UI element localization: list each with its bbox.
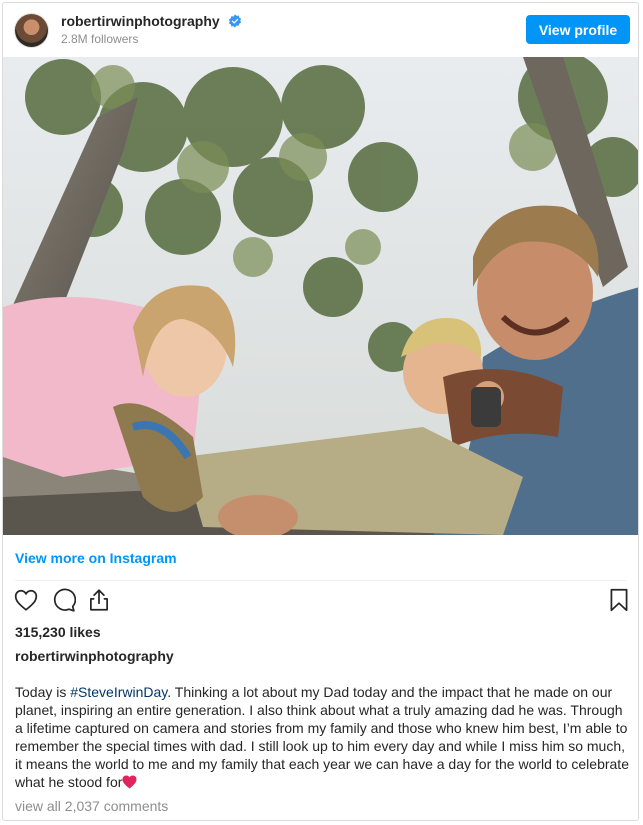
caption-prefix: Today is — [15, 684, 71, 700]
post-caption: Today is #SteveIrwinDay. Thinking a lot … — [15, 683, 631, 791]
follower-count: 2.8M followers — [61, 32, 139, 46]
profile-avatar[interactable] — [15, 14, 48, 47]
post-header: robertirwinphotography 2.8M followers Vi… — [3, 3, 638, 57]
view-all-comments-link[interactable]: view all 2,037 comments — [15, 798, 168, 814]
instagram-embed-card: robertirwinphotography 2.8M followers Vi… — [2, 2, 639, 821]
caption-username[interactable]: robertirwinphotography — [15, 648, 174, 664]
view-more-on-instagram-link[interactable]: View more on Instagram — [15, 550, 177, 566]
view-profile-button[interactable]: View profile — [526, 15, 630, 44]
like-count[interactable]: 315,230 likes — [15, 624, 101, 640]
speech-bubble-icon[interactable] — [50, 587, 76, 613]
divider — [15, 580, 626, 581]
verified-badge-icon — [228, 14, 242, 28]
bookmark-icon[interactable] — [606, 587, 632, 613]
action-bar — [3, 587, 638, 617]
post-photo[interactable] — [3, 57, 639, 535]
heart-outline-icon[interactable] — [13, 587, 39, 613]
header-username[interactable]: robertirwinphotography — [61, 13, 220, 29]
red-heart-emoji — [122, 775, 137, 789]
hashtag-link[interactable]: #SteveIrwinDay — [70, 684, 167, 700]
share-upload-icon[interactable] — [86, 587, 112, 613]
